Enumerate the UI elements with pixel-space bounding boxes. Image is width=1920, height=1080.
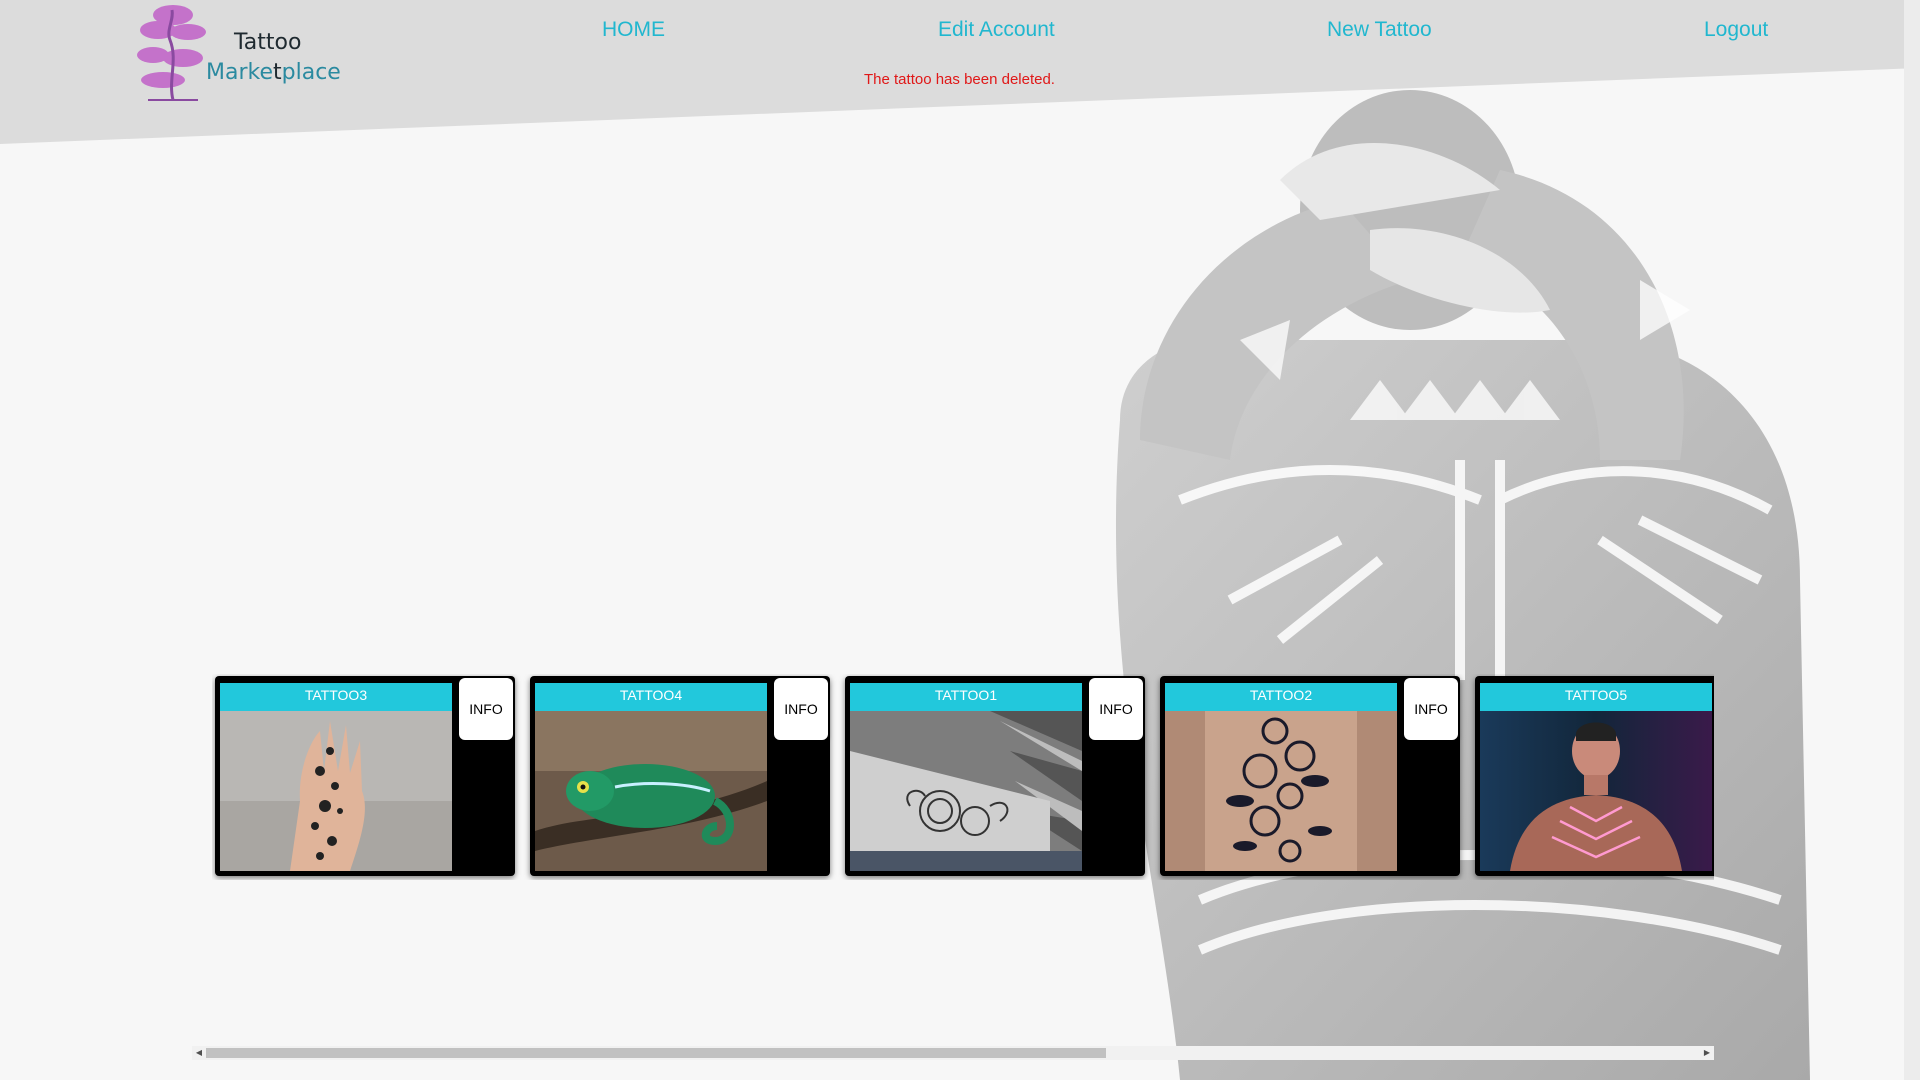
flash-message: The tattoo has been deleted. [864,71,1055,88]
scrollbar-thumb[interactable] [206,1048,1106,1058]
logo-text-line2-part1: Marke [206,60,273,85]
site-logo[interactable]: Tattoo Marketplace [128,0,341,104]
logo-text-line2-part3: place [281,60,341,85]
info-button[interactable]: INFO [1089,678,1143,740]
carousel-scrollbar[interactable]: ◀ ▶ [192,1046,1714,1060]
tattoo-image[interactable] [1165,711,1397,871]
tattoo-image[interactable] [220,711,452,871]
logo-text-line2: Marketplace [206,60,341,85]
logo-text-line2-part2: t [273,60,282,85]
tattoo-card-title: TATTOO5 [1480,683,1712,711]
tattoo-image[interactable] [1480,711,1712,871]
tree-logo-icon [137,5,206,101]
tattoo-card-title: TATTOO1 [850,683,1082,711]
page-right-edge [1904,0,1920,1080]
scroll-right-arrow-icon[interactable]: ▶ [1700,1046,1714,1060]
tattoo-card[interactable]: TATTOO4 INFO [530,676,830,876]
info-button[interactable]: INFO [1404,678,1458,740]
tattoo-card-title: TATTOO2 [1165,683,1397,711]
nav-logout-link[interactable]: Logout [1704,18,1768,42]
page: Tattoo Marketplace HOME Edit Account New… [0,0,1920,1080]
scroll-left-arrow-icon[interactable]: ◀ [192,1046,206,1060]
tattoo-image[interactable] [850,711,1082,871]
tattoo-card[interactable]: TATTOO5 [1475,676,1714,876]
tattoo-card-title: TATTOO4 [535,683,767,711]
nav-home-link[interactable]: HOME [602,18,665,42]
info-button[interactable]: INFO [459,678,513,740]
tattoo-card[interactable]: TATTOO3 INFO [215,676,515,876]
tattoo-card-title: TATTOO3 [220,683,452,711]
nav-new-tattoo-link[interactable]: New Tattoo [1327,18,1432,42]
nav-edit-account-link[interactable]: Edit Account [938,18,1055,42]
tattoo-card[interactable]: TATTOO1 INFO [845,676,1145,876]
info-button[interactable]: INFO [774,678,828,740]
logo-text-line1: Tattoo [234,30,302,55]
tattoo-carousel[interactable]: TATTOO3 INFO TATTOO4 INFO TATTOO1 INFO T… [212,674,1714,880]
background-tattoo-figure-image [1116,90,1810,1080]
tattoo-card[interactable]: TATTOO2 INFO [1160,676,1460,876]
tattoo-image[interactable] [535,711,767,871]
